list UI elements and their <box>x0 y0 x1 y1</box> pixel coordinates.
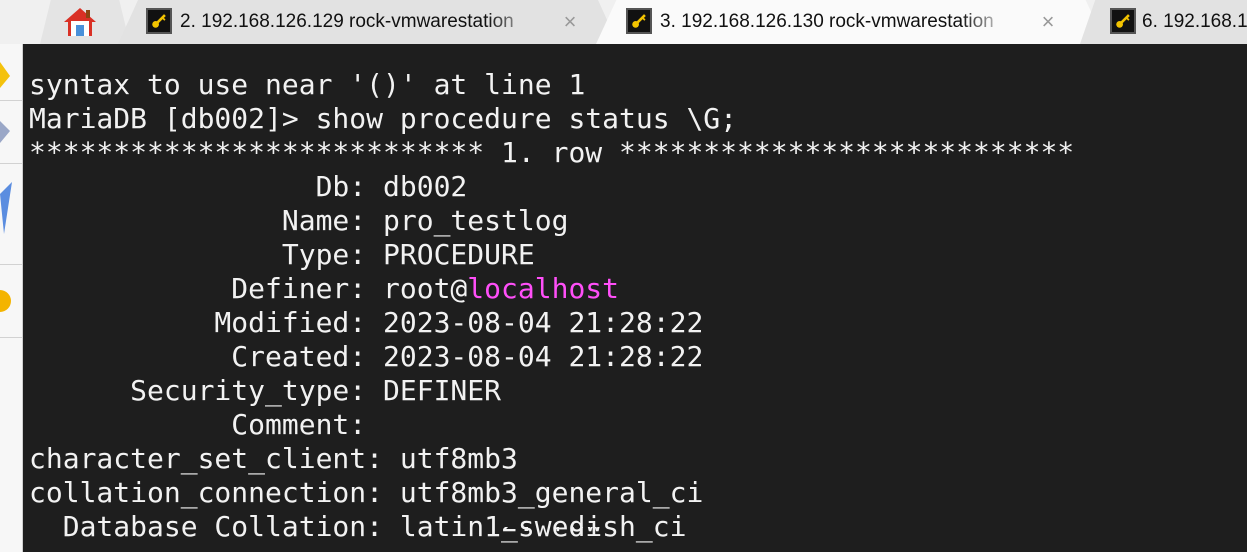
key-icon <box>1110 8 1136 34</box>
tab-label: 6. 192.168.126.131 <box>1142 11 1247 32</box>
terminal-line: MariaDB [db002]> show procedure status \… <box>29 102 738 135</box>
key-icon <box>146 8 172 34</box>
tab-session-2[interactable]: 2. 192.168.126.129 rock-vmwarestation × <box>118 0 618 44</box>
close-icon[interactable]: × <box>1036 0 1060 44</box>
tab-fade <box>488 0 558 44</box>
arrow-icon <box>0 121 10 143</box>
tab-session-3[interactable]: 3. 192.168.126.130 rock-vmwarestation × <box>596 0 1106 44</box>
sidebar-item[interactable] <box>0 101 22 164</box>
terminal-line: Comment: <box>29 408 384 441</box>
tab-session-6[interactable]: 6. 192.168.126.131 <box>1080 0 1247 44</box>
sidebar-item[interactable] <box>0 44 22 101</box>
terminal-line: Security_type: DEFINER <box>29 374 502 407</box>
terminal-line: Modified: 2023-08-04 21:28:22 <box>29 306 704 339</box>
side-toolbar <box>0 44 23 552</box>
tab-bar: 2. 192.168.126.129 rock-vmwarestation × … <box>0 0 1247 44</box>
terminal-line: Type: PROCEDURE <box>29 238 535 271</box>
terminal-line: syntax to use near '()' at line 1 <box>29 68 586 101</box>
terminal-line: Name: pro_testlog <box>29 204 569 237</box>
terminal-partial-line: *************************** 2. row *****… <box>29 527 1074 541</box>
terminal-line: Definer: root@ <box>29 272 468 305</box>
sidebar-item[interactable] <box>0 265 22 338</box>
terminal-line: character_set_client: utf8mb3 <box>29 442 518 475</box>
terminal-highlight: localhost <box>467 272 620 305</box>
send-icon <box>0 182 12 234</box>
terminal-line: Created: 2023-08-04 21:28:22 <box>29 340 704 373</box>
terminal-line: *************************** 1. row *****… <box>29 136 1075 169</box>
terminal-output[interactable]: syntax to use near '()' at line 1 MariaD… <box>23 44 1247 552</box>
home-icon[interactable] <box>62 6 98 38</box>
sidebar-item[interactable] <box>0 164 22 265</box>
terminal-line: *************************** 2. row *****… <box>29 527 1074 539</box>
key-icon <box>626 8 652 34</box>
tab-label: 3. 192.168.126.130 rock-vmwarestation <box>660 11 994 32</box>
terminal-line: Db: db002 <box>29 170 468 203</box>
close-icon[interactable]: × <box>558 0 582 44</box>
terminal-line: collation_connection: utf8mb3_general_ci <box>29 476 704 509</box>
coin-icon <box>0 290 11 312</box>
tab-label: 2. 192.168.126.129 rock-vmwarestation <box>180 11 514 32</box>
star-icon <box>0 62 10 88</box>
tab-fade <box>961 0 1031 44</box>
